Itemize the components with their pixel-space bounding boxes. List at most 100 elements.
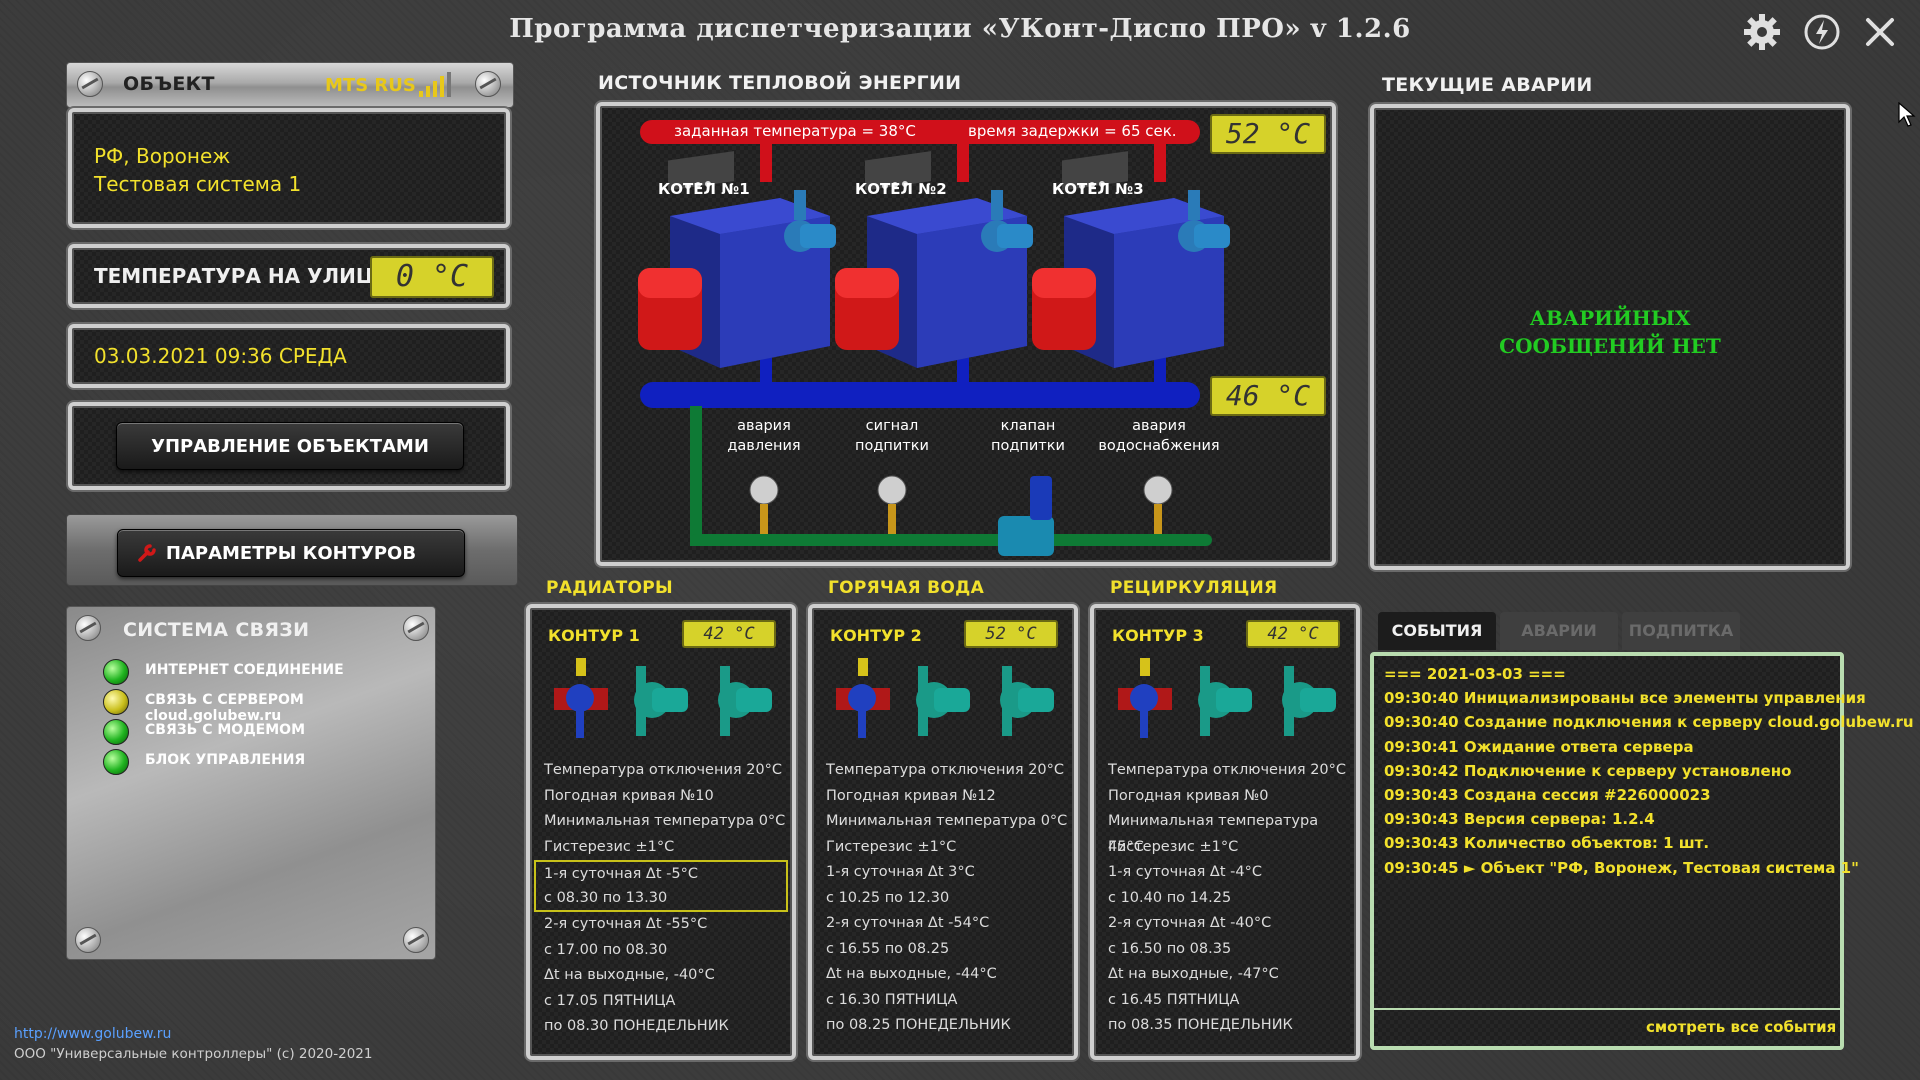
contour-2-line: Погодная кривая №12 [826, 787, 996, 804]
section-hot-water-title: ГОРЯЧАЯ ВОДА [828, 578, 985, 598]
events-log-panel: === 2021-03-03 === 09:30:40 Инициализиро… [1370, 652, 1914, 1050]
contour-3-temperature: 42 °C [1246, 620, 1340, 648]
wrench-icon [138, 544, 156, 562]
event-line: 09:30:43 Количество объектов: 1 шт. [1384, 834, 1710, 853]
contour-1-line: с 17.05 ПЯТНИЦА [544, 992, 676, 1009]
contour-2-line: с 10.25 по 12.30 [826, 889, 950, 906]
contour-3-line: по 08.35 ПОНЕДЕЛЬНИК [1108, 1017, 1293, 1033]
sensor-makeup-valve: клапан подпитки [991, 418, 1065, 454]
contour-2-pumps-icon [836, 658, 1054, 738]
sensor-water-supply-alarm: авария водоснабжения [1098, 418, 1220, 454]
screw-icon [77, 71, 103, 97]
delay-text: время задержки = 65 сек. [968, 122, 1177, 140]
events-tabs: СОБЫТИЯ АВАРИИ ПОДПИТКА [1378, 612, 1838, 650]
object-info-screen[interactable]: РФ, Воронеж Тестовая система 1 [68, 108, 510, 228]
tab-alarms[interactable]: АВАРИИ [1500, 612, 1618, 650]
contour-2-panel[interactable]: КОНТУР 2 52 °C Температура отключения 20… [808, 604, 1078, 1060]
return-temperature: 46 °C [1210, 376, 1326, 416]
status-led-control-unit [103, 749, 129, 775]
contour-2-params: Температура отключения 20°C Погодная кри… [812, 758, 1074, 1039]
contour-1-highlight: 1-я суточная Δt -5°C с 08.30 по 13.30 [534, 860, 788, 912]
comm-system-panel: СИСТЕМА СВЯЗИ ИНТЕРНЕТ СОЕДИНЕНИЕ СВЯЗЬ … [66, 606, 436, 960]
object-header: ОБЪЕКТ MTS RUS [66, 62, 514, 108]
view-all-events-link[interactable]: смотреть все события [1646, 1018, 1836, 1036]
events-log[interactable]: === 2021-03-03 === 09:30:40 Инициализиро… [1384, 662, 1914, 880]
contour-1-line: 2-я суточная Δt -55°C [544, 916, 708, 932]
boiler-schema [638, 120, 1230, 556]
contour-1-temperature: 42 °C [682, 620, 776, 648]
signal-strength-icon [419, 72, 451, 97]
contour-3-params: Температура отключения 20°C Погодная кри… [1094, 758, 1356, 1039]
contour-3-line: 2-я суточная Δt -40°C [1108, 915, 1272, 931]
current-alarms-title: ТЕКУЩИЕ АВАРИИ [1382, 74, 1593, 96]
status-led-internet [103, 659, 129, 685]
close-button[interactable] [1858, 10, 1902, 54]
contour-2-line: Температура отключения 20°C [826, 762, 1065, 778]
event-line: 09:30:40 Создание подключения к серверу … [1384, 713, 1914, 732]
section-radiators-title: РАДИАТОРЫ [546, 578, 673, 598]
contour-1-line: Температура отключения 20°C [544, 762, 783, 778]
object-header-label: ОБЪЕКТ [123, 73, 215, 95]
events-divider [1374, 1008, 1840, 1010]
heat-source-title: ИСТОЧНИК ТЕПЛОВОЙ ЭНЕРГИИ [598, 72, 962, 94]
settings-button[interactable] [1740, 10, 1784, 54]
contour-3-pumps-icon [1118, 658, 1336, 738]
copyright-text: ООО "Универсальные контроллеры" (c) 2020… [14, 1046, 373, 1062]
contour-3-line: с 10.40 по 14.25 [1108, 889, 1232, 906]
website-link[interactable]: http://www.golubew.ru [14, 1026, 171, 1042]
contour-2-line: Δt на выходные, -44°C [826, 966, 997, 982]
power-button[interactable] [1800, 10, 1844, 54]
event-line: 09:30:45 ► Объект "РФ, Воронеж, Тестовая… [1384, 858, 1859, 877]
contour-3-line: с 16.45 ПЯТНИЦА [1108, 991, 1240, 1008]
power-icon [1804, 14, 1840, 50]
contour-1-line: с 08.30 по 13.30 [544, 890, 668, 906]
contour-params-button[interactable]: ПАРАМЕТРЫ КОНТУРОВ [117, 529, 465, 577]
contour-1-params: Температура отключения 20°C Погодная кри… [530, 758, 792, 1040]
sensor-pressure-alarm: авария давления [727, 418, 801, 454]
screw-icon [75, 927, 101, 953]
screw-icon [475, 71, 501, 97]
contour-1-line: 1-я суточная Δt -5°C [544, 866, 698, 882]
contour-2-temperature: 52 °C [964, 620, 1058, 648]
screw-icon [75, 615, 101, 641]
datetime-text: 03.03.2021 09:36 СРЕДА [94, 344, 347, 368]
contour-3-panel[interactable]: КОНТУР 3 42 °C Температура отключения 20… [1090, 604, 1360, 1060]
contour-3-line: Температура отключения 20°C [1108, 762, 1347, 778]
contour-3-line: Гистерезис ±1°C [1108, 838, 1239, 855]
tab-makeup[interactable]: ПОДПИТКА [1622, 612, 1740, 650]
supply-temperature: 52 °C [1210, 114, 1326, 154]
boiler-1-label: КОТЕЛ №1 [658, 180, 750, 198]
event-line: === 2021-03-03 === [1384, 665, 1566, 683]
sensor-makeup-signal: сигнал подпитки [855, 418, 929, 454]
contour-1-pumps-icon [554, 658, 772, 738]
tab-events[interactable]: СОБЫТИЯ [1378, 612, 1496, 650]
comm-item-control-unit: БЛОК УПРАВЛЕНИЯ [145, 752, 306, 768]
manage-objects-panel: УПРАВЛЕНИЕ ОБЪЕКТАМИ [68, 402, 510, 490]
contour-1-name: КОНТУР 1 [548, 626, 640, 645]
operator-name: MTS RUS [325, 75, 416, 96]
outdoor-temperature-label: ТЕМПЕРАТУРА НА УЛИЦЕ [94, 264, 389, 288]
contour-1-line: по 08.30 ПОНЕДЕЛЬНИК [544, 1018, 729, 1034]
setpoint-text: заданная температура = 38°C [674, 122, 916, 140]
contour-1-panel[interactable]: КОНТУР 1 42 °C Температура отключения 20… [526, 604, 796, 1060]
outdoor-temperature-value: 0 °C [370, 256, 494, 298]
contour-1-line: Δt на выходные, -40°C [544, 967, 715, 983]
contour-1-line: Минимальная температура 0°C [544, 813, 786, 829]
contour-3-name: КОНТУР 3 [1112, 626, 1204, 645]
contour-2-line: 1-я суточная Δt 3°C [826, 864, 975, 880]
event-line: 09:30:43 Версия сервера: 1.2.4 [1384, 810, 1655, 829]
boiler-2-label: КОТЕЛ №2 [855, 180, 947, 198]
heat-source-diagram[interactable]: заданная температура = 38°C время задерж… [596, 102, 1336, 566]
contour-3-line: Погодная кривая №0 [1108, 787, 1269, 804]
object-system-name: Тестовая система 1 [94, 172, 302, 196]
comm-system-title: СИСТЕМА СВЯЗИ [123, 619, 310, 641]
contour-3-line: 1-я суточная Δt -4°C [1108, 864, 1262, 880]
contour-1-line: с 17.00 по 08.30 [544, 941, 668, 958]
contour-2-line: по 08.25 ПОНЕДЕЛЬНИК [826, 1017, 1011, 1033]
close-icon [1866, 18, 1894, 46]
contour-3-line: с 16.50 по 08.35 [1108, 940, 1232, 957]
section-recirculation-title: РЕЦИРКУЛЯЦИЯ [1110, 578, 1278, 598]
manage-objects-button[interactable]: УПРАВЛЕНИЕ ОБЪЕКТАМИ [116, 422, 464, 470]
contour-2-name: КОНТУР 2 [830, 626, 922, 645]
screw-icon [403, 927, 429, 953]
